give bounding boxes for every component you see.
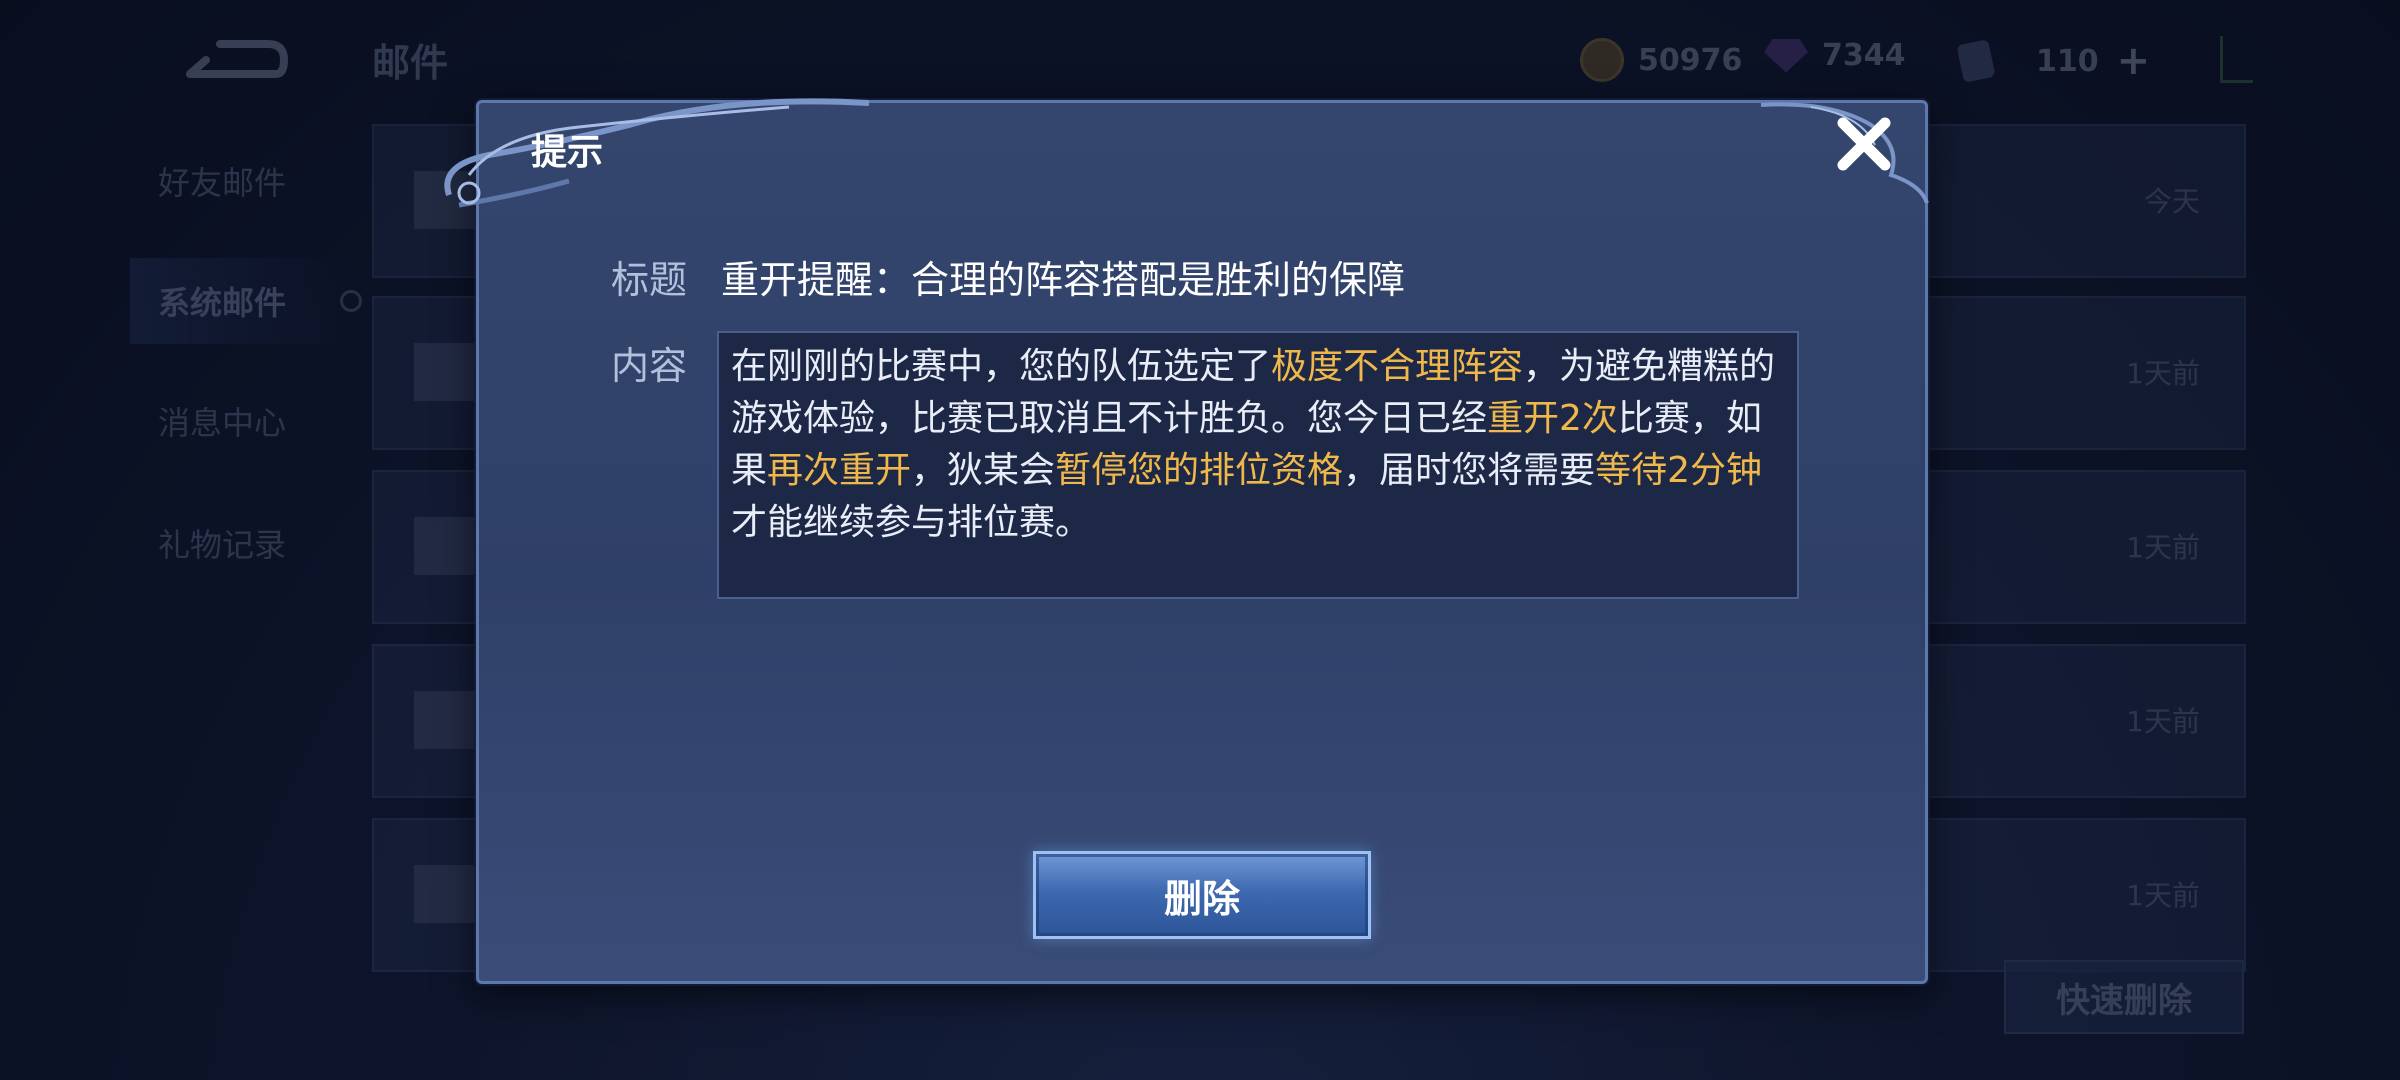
content-text-segment: ，届时您将需要: [1343, 450, 1596, 491]
mail-content-text: 在刚刚的比赛中，您的队伍选定了极度不合理阵容，为避免糟糕的游戏体验，比赛已取消且…: [719, 333, 1797, 557]
dialog-title: 提示: [531, 132, 604, 173]
content-text-segment: ，狄某会: [911, 450, 1056, 491]
subject-label: 标题: [611, 258, 688, 302]
content-highlight-text: 极度不合理阵容: [1271, 346, 1524, 387]
content-highlight-text: 重开2次: [1487, 398, 1618, 439]
close-icon: [1837, 117, 1891, 171]
mail-content-box: 在刚刚的比赛中，您的队伍选定了极度不合理阵容，为避免糟糕的游戏体验，比赛已取消且…: [717, 331, 1799, 599]
content-highlight-text: 暂停您的排位资格: [1055, 450, 1344, 491]
cloud-ornament-left-icon: [444, 98, 870, 208]
notice-dialog: 提示 标题 重开提醒：合理的阵容搭配是胜利的保障 内容 在刚刚的比赛中，您的队伍…: [444, 98, 1929, 984]
close-button[interactable]: [1829, 109, 1899, 179]
content-label: 内容: [611, 344, 688, 388]
content-text-segment: 才能继续参与排位赛。: [731, 502, 1092, 543]
content-text-segment: 在刚刚的比赛中，您的队伍选定了: [731, 346, 1272, 387]
delete-button[interactable]: 删除: [1033, 851, 1371, 939]
content-highlight-text: 再次重开: [767, 450, 912, 491]
content-highlight-text: 等待2分钟: [1595, 450, 1762, 491]
mail-subject: 重开提醒：合理的阵容搭配是胜利的保障: [721, 258, 1406, 302]
